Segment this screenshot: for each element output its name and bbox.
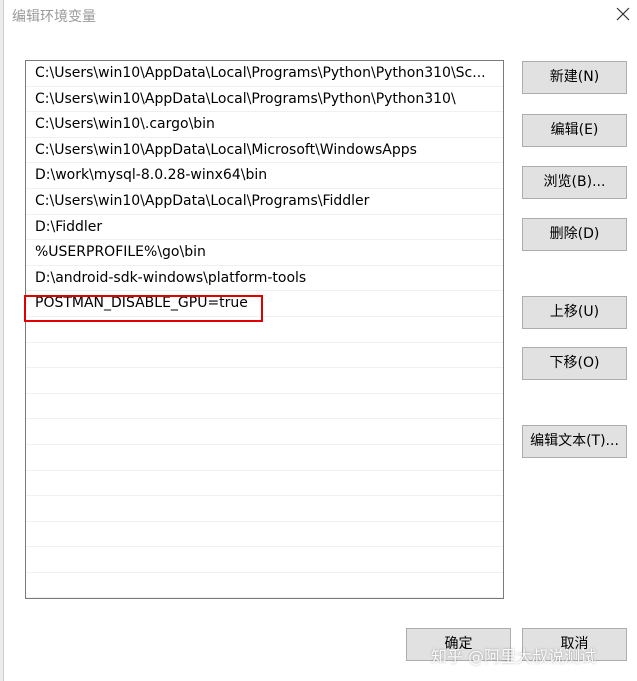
- edit-text-button[interactable]: 编辑文本(T)...: [522, 425, 627, 458]
- list-item-empty[interactable]: [26, 573, 503, 598]
- list-item[interactable]: D:\Fiddler: [26, 215, 503, 241]
- list-item[interactable]: C:\Users\win10\.cargo\bin: [26, 112, 503, 138]
- list-item-empty[interactable]: [26, 343, 503, 369]
- dialog-title: 编辑环境变量: [12, 9, 96, 25]
- list-item-empty[interactable]: [26, 445, 503, 471]
- background-window-edge: [0, 0, 4, 681]
- list-item[interactable]: D:\android-sdk-windows\platform-tools: [26, 266, 503, 292]
- watermark: 知乎 @阿里大叔说测试: [431, 647, 597, 666]
- list-item-empty[interactable]: [26, 471, 503, 497]
- list-item-empty[interactable]: [26, 368, 503, 394]
- edit-button[interactable]: 编辑(E): [522, 114, 627, 147]
- new-button[interactable]: 新建(N): [522, 61, 627, 94]
- delete-button[interactable]: 删除(D): [522, 218, 627, 251]
- highlight-box: [24, 295, 263, 322]
- list-item[interactable]: %USERPROFILE%\go\bin: [26, 240, 503, 266]
- list-item[interactable]: C:\Users\win10\AppData\Local\Microsoft\W…: [26, 138, 503, 164]
- move-up-button[interactable]: 上移(U): [522, 296, 627, 329]
- close-icon[interactable]: [613, 4, 633, 24]
- browse-button[interactable]: 浏览(B)...: [522, 166, 627, 199]
- list-item-empty[interactable]: [26, 496, 503, 522]
- path-list[interactable]: C:\Users\win10\AppData\Local\Programs\Py…: [25, 60, 504, 599]
- list-item-empty[interactable]: [26, 419, 503, 445]
- list-item[interactable]: C:\Users\win10\AppData\Local\Programs\Py…: [26, 87, 503, 113]
- list-item-empty[interactable]: [26, 522, 503, 548]
- list-item-empty[interactable]: [26, 394, 503, 420]
- list-item[interactable]: C:\Users\win10\AppData\Local\Programs\Fi…: [26, 189, 503, 215]
- move-down-button[interactable]: 下移(O): [522, 347, 627, 380]
- list-item-empty[interactable]: [26, 547, 503, 573]
- list-item[interactable]: D:\work\mysql-8.0.28-winx64\bin: [26, 163, 503, 189]
- list-item[interactable]: C:\Users\win10\AppData\Local\Programs\Py…: [26, 61, 503, 87]
